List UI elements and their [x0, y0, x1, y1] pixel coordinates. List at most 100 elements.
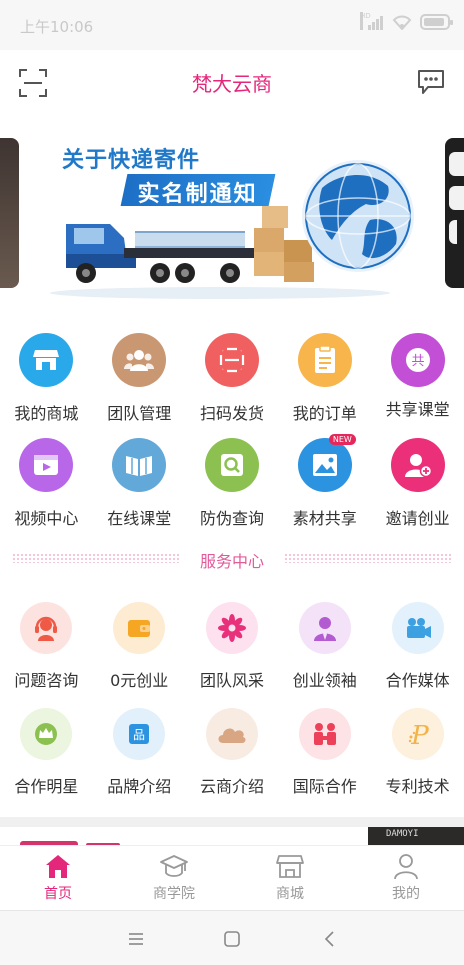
- leader-icon: [298, 602, 351, 654]
- tab-label: 我的: [392, 886, 420, 902]
- brand-icon: 品: [113, 708, 166, 760]
- banner-illustration: [50, 160, 414, 299]
- shop-icon: [276, 855, 304, 878]
- headset-icon: [20, 602, 73, 654]
- scan-ship-icon: [204, 333, 259, 387]
- menu-item-my-orders[interactable]: 我的订单: [278, 333, 371, 424]
- video-icon: [19, 438, 74, 492]
- menu-icon[interactable]: [124, 927, 148, 951]
- service-item-patent[interactable]: P 专利技术: [371, 708, 464, 797]
- home-button-icon[interactable]: [220, 927, 244, 951]
- page-title: 梵大云商: [192, 72, 272, 96]
- menu-label: 我的商城: [14, 404, 79, 423]
- service-item-star[interactable]: 合作明星: [0, 708, 93, 797]
- tab-business-school[interactable]: 商学院: [116, 846, 232, 909]
- service-item-zero-start[interactable]: 0元创业: [93, 602, 186, 691]
- service-label: 国际合作: [292, 777, 357, 796]
- menu-label: 扫码发货: [199, 404, 264, 423]
- bottom-tab-bar: 首页 商学院 商城 我的: [0, 845, 464, 909]
- menu-label: 团队管理: [107, 404, 172, 423]
- banner-carousel[interactable]: 关于快递寄件 实名制通知: [0, 128, 464, 303]
- service-item-team-style[interactable]: 团队风采: [186, 602, 279, 691]
- svg-text:共: 共: [411, 354, 424, 369]
- menu-item-my-store[interactable]: 我的商城: [0, 333, 93, 424]
- tab-label: 商学院: [153, 886, 195, 902]
- service-label: 专利技术: [385, 777, 450, 796]
- status-icons: HD: [360, 12, 453, 30]
- status-time: 上午10:06: [20, 18, 94, 36]
- tab-label: 商城: [276, 886, 304, 902]
- menu-label: 我的订单: [292, 404, 357, 423]
- wifi-icon: [392, 15, 412, 30]
- app-header: 梵大云商: [0, 50, 464, 114]
- menu-item-invite[interactable]: 邀请创业: [371, 438, 464, 529]
- service-item-international[interactable]: 国际合作: [278, 708, 371, 797]
- shared-class-icon: 共: [390, 333, 445, 387]
- status-bar: 上午10:06 HD: [0, 0, 464, 50]
- service-label: 团队风采: [199, 671, 264, 690]
- tab-home[interactable]: 首页: [0, 846, 116, 909]
- svg-text:P: P: [410, 721, 429, 749]
- menu-row-1: 我的商城 团队管理 扫码发货 我的订单 共 共享课堂: [0, 333, 464, 424]
- crown-icon: [20, 708, 73, 760]
- service-label: 合作明星: [14, 777, 79, 796]
- service-item-consult[interactable]: 问题咨询: [0, 602, 93, 691]
- camera-icon: [391, 602, 444, 654]
- menu-label: 共享课堂: [385, 400, 450, 419]
- section-divider: [0, 817, 464, 827]
- service-label: 问题咨询: [14, 671, 79, 690]
- service-item-brand[interactable]: 品 品牌介绍: [93, 708, 186, 797]
- banner-prev-peek: [0, 138, 19, 288]
- service-item-media[interactable]: 合作媒体: [371, 602, 464, 691]
- menu-item-material-share[interactable]: NEW 素材共享: [278, 434, 371, 529]
- menu-item-anti-fake[interactable]: 防伪查询: [186, 438, 279, 529]
- flower-icon: [205, 602, 258, 654]
- banner-slide[interactable]: 关于快递寄件 实名制通知: [40, 128, 422, 303]
- store-icon: [19, 333, 74, 387]
- service-label: 云商介绍: [199, 777, 264, 796]
- search-icon: [204, 438, 259, 492]
- home-icon: [46, 855, 70, 878]
- tab-label: 首页: [44, 886, 72, 902]
- invite-icon: [390, 438, 445, 492]
- menu-label: 邀请创业: [385, 509, 450, 528]
- system-navigation-bar: [0, 910, 464, 965]
- graduation-cap-icon: [160, 855, 188, 877]
- menu-label: 素材共享: [292, 509, 357, 528]
- menu-item-shared-class[interactable]: 共 共享课堂: [371, 333, 464, 424]
- menu-row-2: 视频中心 在线课堂 防伪查询 NEW 素材共享 邀请创业: [0, 434, 464, 529]
- menu-label: 防伪查询: [199, 509, 264, 528]
- battery-icon: [420, 14, 453, 30]
- order-icon: [297, 333, 352, 387]
- divider-right: [284, 553, 452, 563]
- back-icon[interactable]: [318, 927, 342, 951]
- svg-text:品: 品: [133, 728, 145, 742]
- cloud-icon: [205, 708, 258, 760]
- service-label: 创业领袖: [292, 671, 357, 690]
- service-label: 品牌介绍: [107, 777, 172, 796]
- user-icon: [394, 854, 418, 880]
- service-item-leader[interactable]: 创业领袖: [278, 602, 371, 691]
- message-icon[interactable]: [416, 68, 446, 96]
- handshake-icon: [298, 708, 351, 760]
- book-icon: [112, 438, 167, 492]
- image-icon: NEW: [297, 434, 356, 492]
- service-item-cloud[interactable]: 云商介绍: [186, 708, 279, 797]
- patent-icon: P: [391, 708, 444, 760]
- wallet-icon: [113, 602, 166, 654]
- menu-item-scan-ship[interactable]: 扫码发货: [186, 333, 279, 424]
- team-icon: [112, 333, 167, 387]
- menu-item-online-class[interactable]: 在线课堂: [93, 438, 186, 529]
- next-section-peek: DAMOYI: [0, 827, 464, 847]
- service-label: 0元创业: [110, 671, 169, 690]
- service-label: 合作媒体: [385, 671, 450, 690]
- menu-item-video-center[interactable]: 视频中心: [0, 438, 93, 529]
- menu-label: 视频中心: [14, 509, 79, 528]
- signal-icon: HD: [360, 12, 384, 30]
- menu-label: 在线课堂: [107, 509, 172, 528]
- service-center-header: 服务中心: [0, 546, 464, 571]
- banner-next-peek: [445, 138, 464, 288]
- tab-mine[interactable]: 我的: [348, 846, 464, 909]
- tab-mall[interactable]: 商城: [232, 846, 348, 909]
- menu-item-team-management[interactable]: 团队管理: [93, 333, 186, 424]
